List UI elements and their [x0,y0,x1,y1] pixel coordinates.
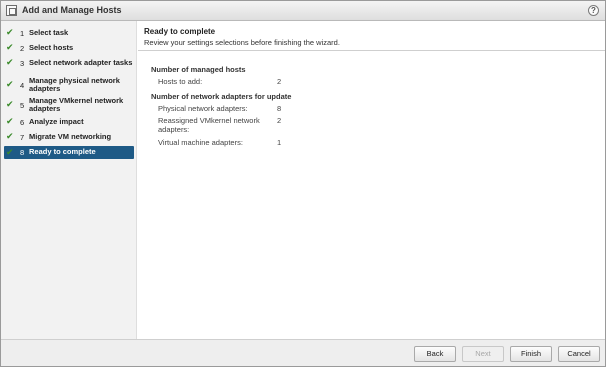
check-icon: ✔ [6,27,14,37]
check-icon: ✔ [6,79,14,89]
physical-adapters-value: 8 [277,104,282,113]
step-label: Select task [29,28,69,37]
section-title-managed-hosts: Number of managed hosts [151,65,246,74]
step-label: Manage VMkernel network adapters [29,96,124,113]
reassigned-vmkernel-label: Reassigned VMkernel network adapters: [158,116,260,134]
section-title-network-adapters: Number of network adapters for update [151,92,292,101]
cancel-button[interactable]: Cancel [558,346,600,362]
check-icon: ✔ [6,131,14,141]
step-ready-to-complete[interactable]: ✔ 8 Ready to complete [4,146,134,159]
vm-adapters-value: 1 [277,138,282,147]
vm-adapters-label: Virtual machine adapters: [158,138,243,147]
button-bar: Back Next Finish Cancel [1,339,605,366]
hosts-to-add-label: Hosts to add: [158,77,203,86]
step-number: 4 [20,81,25,90]
reassigned-vmkernel-value: 2 [277,116,282,125]
step-label: Analyze impact [29,117,84,126]
header-divider [138,50,605,51]
window-icon [6,5,17,16]
help-icon[interactable]: ? [588,5,599,16]
step-number: 5 [20,101,25,110]
step-number: 1 [20,29,25,38]
check-icon: ✔ [6,42,14,52]
finish-button[interactable]: Finish [510,346,552,362]
step-number: 3 [20,59,25,68]
check-icon: ✔ [6,57,14,67]
wizard-dialog: Add and Manage Hosts ? ✔ 1 Select task ✔… [0,0,606,367]
step-label: Ready to complete [29,147,96,156]
step-label: Manage physical network adapters [29,76,120,93]
page-subtitle: Review your settings selections before f… [144,38,340,47]
wizard-steps-sidebar: ✔ 1 Select task ✔ 2 Select hosts ✔ 3 Sel… [1,21,137,339]
physical-adapters-label: Physical network adapters: [158,104,248,113]
step-label: Select hosts [29,43,74,52]
step-number: 6 [20,118,25,127]
hosts-to-add-value: 2 [277,77,282,86]
step-number: 7 [20,133,25,142]
dialog-title: Add and Manage Hosts [22,5,122,15]
step-number: 2 [20,44,25,53]
check-icon: ✔ [6,116,14,126]
page-title: Ready to complete [144,27,216,36]
next-button[interactable]: Next [462,346,504,362]
title-bar: Add and Manage Hosts ? [1,1,605,21]
back-button[interactable]: Back [414,346,456,362]
step-label: Migrate VM networking [29,132,112,141]
step-label: Select network adapter tasks [29,58,133,67]
check-icon: ✔ [6,99,14,109]
step-number: 8 [20,148,25,157]
check-icon: ✔ [6,147,14,157]
main-content: Ready to complete Review your settings s… [138,21,605,339]
